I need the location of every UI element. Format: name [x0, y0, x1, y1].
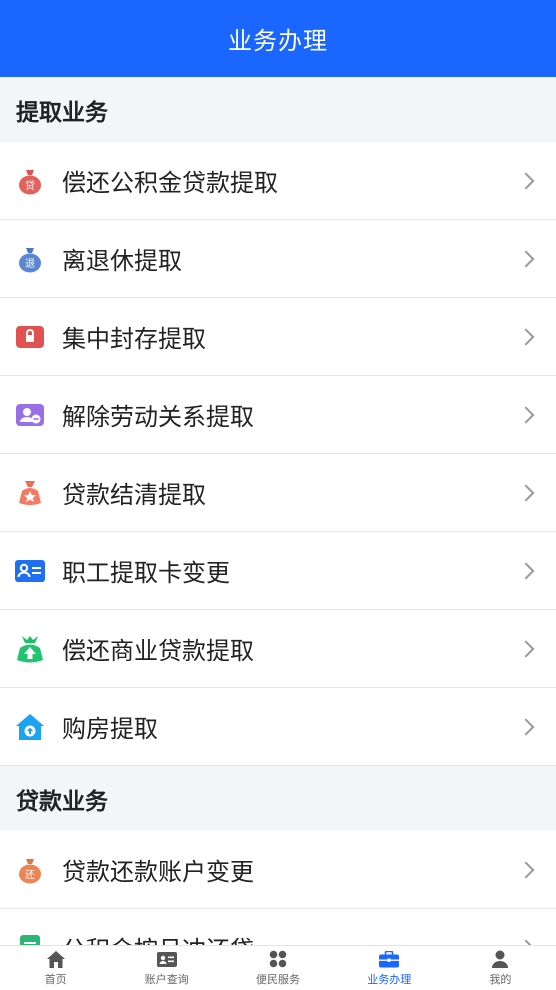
- tab-label: 我的: [489, 973, 512, 986]
- person-icon: [491, 949, 509, 969]
- svg-text:还: 还: [25, 869, 35, 881]
- chevron-right-icon: [517, 406, 535, 423]
- list-item-monthly-offset[interactable]: 公积金按月冲还贷: [0, 909, 556, 945]
- id-card-icon: [15, 556, 45, 586]
- chevron-right-icon: [517, 328, 535, 345]
- user-remove-icon: [15, 400, 45, 430]
- chevron-right-icon: [517, 484, 535, 501]
- page-title: 业务办理: [228, 27, 328, 55]
- app-header: 业务办理: [0, 0, 556, 77]
- list-item-retirement[interactable]: 退 离退休提取: [0, 220, 556, 298]
- house-icon: [15, 712, 45, 742]
- list-item-label: 贷款结清提取: [62, 481, 206, 509]
- lock-icon: [15, 322, 45, 352]
- list-item-labor-termination[interactable]: 解除劳动关系提取: [0, 376, 556, 454]
- grid-icon: [269, 949, 287, 969]
- tab-home[interactable]: 首页: [0, 946, 111, 990]
- tab-account-query[interactable]: 账户查询: [111, 946, 222, 990]
- briefcase-icon: [379, 949, 400, 969]
- list-item-label: 贷款还款账户变更: [62, 858, 254, 886]
- tab-business[interactable]: 业务办理: [334, 946, 445, 990]
- chevron-right-icon: [517, 640, 535, 657]
- svg-text:贷: 贷: [25, 179, 35, 192]
- list-item-label: 偿还商业贷款提取: [62, 637, 254, 665]
- document-icon: [15, 933, 45, 945]
- tab-label: 便民服务: [256, 973, 300, 986]
- home-icon: [46, 949, 65, 969]
- tab-label: 账户查询: [144, 973, 189, 986]
- list-item-label: 解除劳动关系提取: [62, 403, 254, 431]
- list-item-label: 集中封存提取: [62, 325, 206, 353]
- tab-label: 首页: [44, 973, 67, 986]
- upload-bag-icon: [15, 634, 45, 664]
- chevron-right-icon: [517, 861, 535, 878]
- bottom-tab-bar: 首页 账户查询 便民服务 业务办理 我的: [0, 945, 556, 990]
- list-item-withdraw-card-change[interactable]: 职工提取卡变更: [0, 532, 556, 610]
- list-item-label: 偿还公积金贷款提取: [62, 169, 278, 197]
- loan-bag-icon: 贷: [15, 166, 45, 196]
- list-item-repay-fund-loan[interactable]: 贷 偿还公积金贷款提取: [0, 142, 556, 220]
- list-item-label: 公积金按月冲还贷: [62, 930, 520, 945]
- chevron-right-icon: [517, 172, 535, 189]
- list-item-label: 离退休提取: [62, 247, 182, 275]
- section-title-loan: 贷款业务: [0, 766, 556, 831]
- tab-convenience-services[interactable]: 便民服务: [222, 946, 333, 990]
- section-title-withdraw: 提取业务: [0, 77, 556, 142]
- list-item-sealed-storage[interactable]: 集中封存提取: [0, 298, 556, 376]
- chevron-right-icon: [517, 562, 535, 579]
- repay-bag-icon: 还: [15, 855, 45, 885]
- retire-bag-icon: 退: [15, 244, 45, 274]
- tab-mine[interactable]: 我的: [445, 946, 556, 990]
- list-item-house-purchase[interactable]: 购房提取: [0, 688, 556, 766]
- tab-label: 业务办理: [367, 973, 412, 986]
- list-item-repay-account-change[interactable]: 还 贷款还款账户变更: [0, 831, 556, 909]
- content-scroll[interactable]: 提取业务 贷 偿还公积金贷款提取 退 离退休提取 集中封存提取 解除劳动关系提取…: [0, 77, 556, 945]
- list-item-repay-commercial-loan[interactable]: 偿还商业贷款提取: [0, 610, 556, 688]
- account-card-icon: [156, 949, 177, 969]
- list-item-loan-settled[interactable]: 贷款结清提取: [0, 454, 556, 532]
- chevron-right-icon: [517, 250, 535, 267]
- chevron-right-icon: [517, 718, 535, 735]
- svg-text:退: 退: [25, 258, 35, 270]
- list-item-label: 购房提取: [62, 715, 158, 743]
- list-item-label: 职工提取卡变更: [62, 559, 230, 587]
- star-bag-icon: [15, 478, 45, 508]
